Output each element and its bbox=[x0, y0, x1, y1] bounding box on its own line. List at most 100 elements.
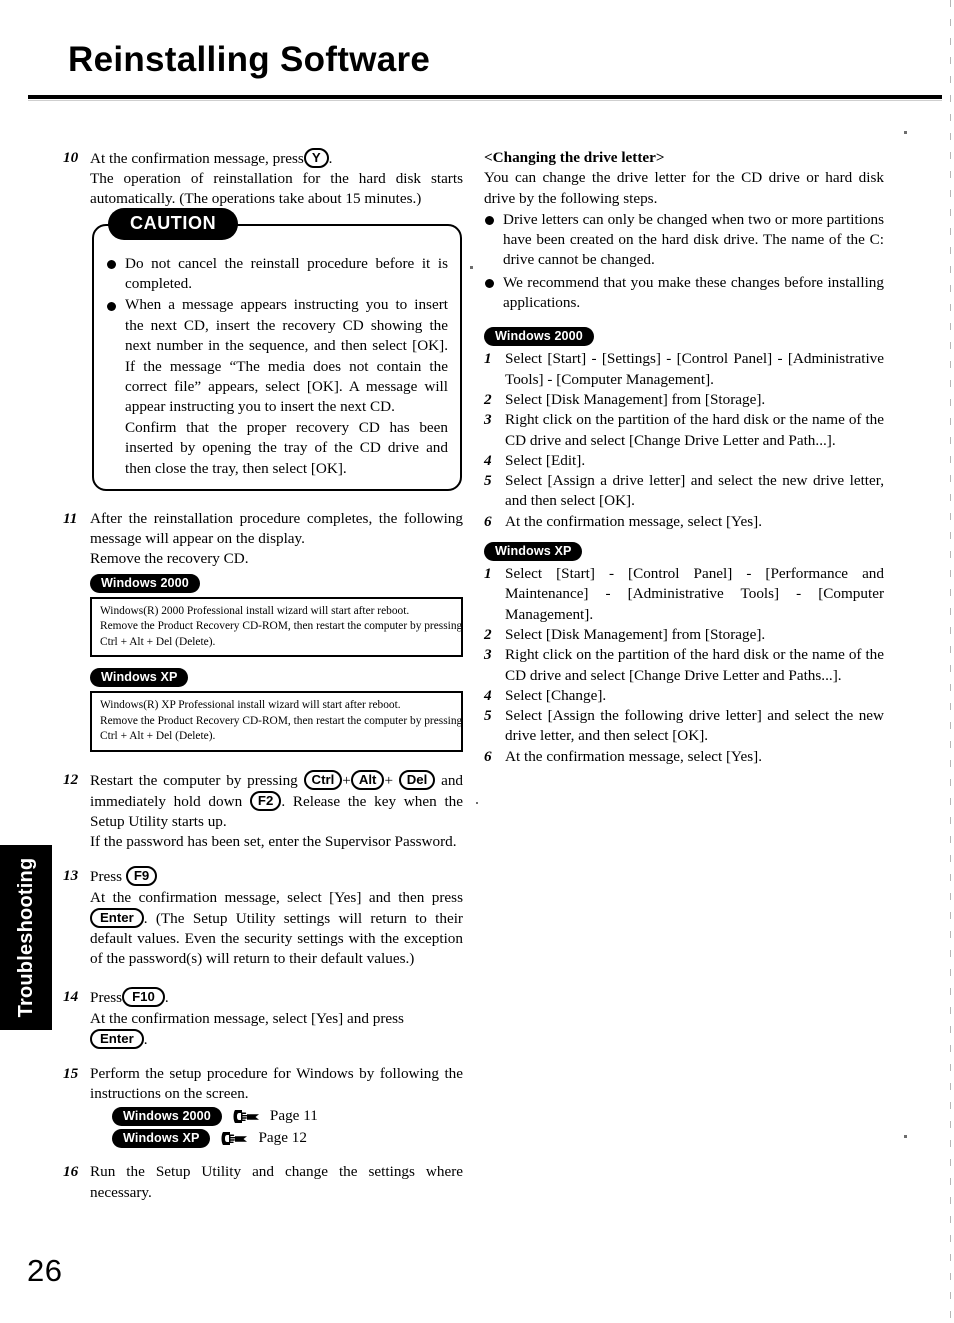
note-bullet-text: We recommend that you make these changes… bbox=[503, 273, 884, 312]
scan-speck bbox=[470, 266, 473, 269]
step-12-body: Restart the computer by pressing Ctrl + Al… bbox=[90, 769, 463, 833]
step-14-period-2: . bbox=[143, 1030, 148, 1048]
step-10-lead-period: . bbox=[328, 150, 333, 167]
message-line: Remove the Product Recovery CD-ROM, then… bbox=[100, 714, 463, 727]
step-14-text-a: Press bbox=[90, 989, 123, 1007]
screen-message-box-windows-2000: Windows(R) 2000 Professional install wiz… bbox=[90, 596, 463, 658]
scan-speck bbox=[904, 131, 907, 134]
step-14: 14 Press F10. At the confirmation message… bbox=[63, 987, 463, 1050]
step-13-lead: Press F9 bbox=[90, 866, 463, 887]
caution-bullet: When a message appears instructing you t… bbox=[106, 295, 448, 479]
winxp-step-number: 3 bbox=[484, 646, 492, 664]
step-10-body: The operation of reinstallation for the … bbox=[90, 170, 463, 208]
step-14-body-2: Enter. bbox=[90, 1028, 463, 1050]
message-line: Windows(R) XP Professional install wizar… bbox=[100, 699, 401, 712]
winxp-step-number: 6 bbox=[484, 747, 492, 765]
scan-speck bbox=[476, 802, 478, 804]
step-15-number: 15 bbox=[63, 1064, 79, 1082]
step-14-body: At the confirmation message, select [Yes… bbox=[90, 1009, 404, 1027]
message-line: Remove the Product Recovery CD-ROM, then… bbox=[100, 620, 463, 633]
key-badge-del: Del bbox=[398, 769, 436, 790]
winxp-step: 2 Select [Disk Management] from [Storage… bbox=[484, 625, 884, 645]
chapter-side-tab-label: Troubleshooting bbox=[14, 857, 37, 1018]
step-10-number: 10 bbox=[63, 149, 79, 166]
step-12-text-a: Restart the computer by pressing bbox=[90, 771, 298, 789]
step-16-number: 16 bbox=[63, 1163, 79, 1181]
win2000-step-text: Right click on the partition of the hard… bbox=[505, 411, 884, 449]
winxp-step-text: Right click on the partition of the hard… bbox=[505, 646, 884, 684]
note-bullet: Drive letters can only be changed when t… bbox=[484, 210, 884, 271]
os-badge-windows-xp: Windows XP bbox=[90, 668, 189, 688]
winxp-step-text: Select [Start] - [Control Panel] - [Perf… bbox=[505, 565, 884, 623]
caution-bullet: Do not cancel the reinstall procedure be… bbox=[106, 254, 448, 295]
step-15-body: Perform the setup procedure for Windows … bbox=[90, 1064, 463, 1103]
win2000-step-text: At the confirmation message, select [Yes… bbox=[505, 512, 762, 530]
step-14-period: . bbox=[164, 989, 169, 1007]
left-column: 10 At the confirmation message, press Y . … bbox=[63, 148, 463, 1207]
key-badge-f10: F10 bbox=[122, 987, 165, 1008]
winxp-step-number: 4 bbox=[484, 686, 492, 704]
bullet-dot-icon bbox=[485, 216, 494, 226]
winxp-step-text: Select [Assign the following drive lette… bbox=[505, 707, 884, 745]
bullet-dot-icon bbox=[485, 279, 494, 289]
os-badge-windows-2000: Windows 2000 bbox=[90, 573, 200, 593]
win2000-step-text: Select [Edit]. bbox=[505, 451, 586, 469]
page-reference-row: Windows XP Page 12 bbox=[112, 1128, 463, 1148]
winxp-step-text: Select [Change]. bbox=[505, 686, 607, 704]
pointing-hand-icon bbox=[232, 1108, 260, 1125]
right-column: <Changing the drive letter> You can chan… bbox=[484, 148, 884, 767]
key-badge-enter: Enter bbox=[90, 907, 144, 928]
procedure-windows-2000: Windows 2000 1 Select [Start] - [Setting… bbox=[484, 327, 884, 532]
header-rule bbox=[28, 95, 942, 99]
step-10-lead: At the confirmation message, press Y. bbox=[90, 148, 463, 169]
caution-container: CAUTION Do not cancel the reinstall proc… bbox=[92, 207, 462, 492]
header-rule-hairline bbox=[28, 100, 942, 101]
note-bullet-text: Drive letters can only be changed when t… bbox=[503, 210, 884, 269]
page-reference-label: Page 12 bbox=[258, 1129, 307, 1147]
winxp-step: 5 Select [Assign the following drive let… bbox=[484, 706, 884, 747]
plus-sign: + bbox=[384, 771, 394, 789]
procedure-windows-xp: Windows XP 1 Select [Start] - [Control P… bbox=[484, 542, 884, 767]
win2000-step-number: 1 bbox=[484, 350, 492, 368]
winxp-step-number: 1 bbox=[484, 565, 492, 583]
winxp-step: 1 Select [Start] - [Control Panel] - [Pe… bbox=[484, 564, 884, 625]
caution-bullet-text: Do not cancel the reinstall procedure be… bbox=[125, 254, 448, 293]
step-12: 12 Restart the computer by pressing Ctrl… bbox=[63, 769, 463, 853]
page-reference-row: Windows 2000 Page 11 bbox=[112, 1106, 463, 1126]
win2000-step: 1 Select [Start] - [Settings] - [Control… bbox=[484, 349, 884, 390]
key-badge-f2: F2 bbox=[249, 790, 282, 811]
page-reference-label: Page 11 bbox=[269, 1107, 318, 1125]
step-13-text-a: Press bbox=[90, 868, 123, 886]
os-badge-windows-xp: Windows XP bbox=[484, 542, 583, 562]
os-badge-windows-2000: Windows 2000 bbox=[112, 1106, 222, 1126]
section-intro: You can change the drive letter for the … bbox=[484, 169, 884, 207]
message-line: Ctrl + Alt + Del (Delete). bbox=[100, 730, 216, 743]
step-10-lead-text: At the confirmation message, press bbox=[90, 150, 304, 167]
os-badge-windows-2000: Windows 2000 bbox=[484, 327, 594, 347]
winxp-step: 3 Right click on the partition of the ha… bbox=[484, 645, 884, 686]
win2000-step-number: 4 bbox=[484, 451, 492, 469]
caution-box: Do not cancel the reinstall procedure be… bbox=[92, 223, 462, 492]
step-13-number: 13 bbox=[63, 867, 79, 885]
win2000-step-text: Select [Assign a drive letter] and selec… bbox=[505, 472, 884, 510]
step-12-number: 12 bbox=[63, 770, 79, 788]
winxp-step: 6 At the confirmation message, select [Y… bbox=[484, 747, 884, 767]
plus-sign: + bbox=[342, 771, 351, 789]
win2000-step-number: 5 bbox=[484, 472, 492, 490]
scan-speck bbox=[904, 1135, 907, 1138]
step-15: 15 Perform the setup procedure for Windo… bbox=[63, 1064, 463, 1148]
section-heading-changing-drive-letter: <Changing the drive letter> bbox=[484, 149, 665, 166]
caution-bullet-text-continued: Confirm that the proper recovery CD has … bbox=[125, 418, 448, 477]
winxp-step: 4 Select [Change]. bbox=[484, 686, 884, 706]
step-13: 13 Press F9 At the confirmation message,… bbox=[63, 866, 463, 969]
winxp-step-text: Select [Disk Management] from [Storage]. bbox=[505, 625, 766, 643]
win2000-step-text: Select [Start] - [Settings] - [Control P… bbox=[505, 350, 884, 388]
key-badge-alt: Alt bbox=[350, 769, 385, 790]
step-11-number: 11 bbox=[63, 510, 78, 528]
win2000-step: 2 Select [Disk Management] from [Storage… bbox=[484, 390, 884, 410]
key-badge-enter: Enter bbox=[90, 1028, 144, 1049]
note-bullet: We recommend that you make these changes… bbox=[484, 273, 884, 314]
win2000-step-text: Select [Disk Management] from [Storage]. bbox=[505, 390, 766, 408]
step-13-text-c: . (The Setup Utility settings will retur… bbox=[90, 909, 463, 968]
pointing-hand-icon bbox=[220, 1130, 248, 1147]
